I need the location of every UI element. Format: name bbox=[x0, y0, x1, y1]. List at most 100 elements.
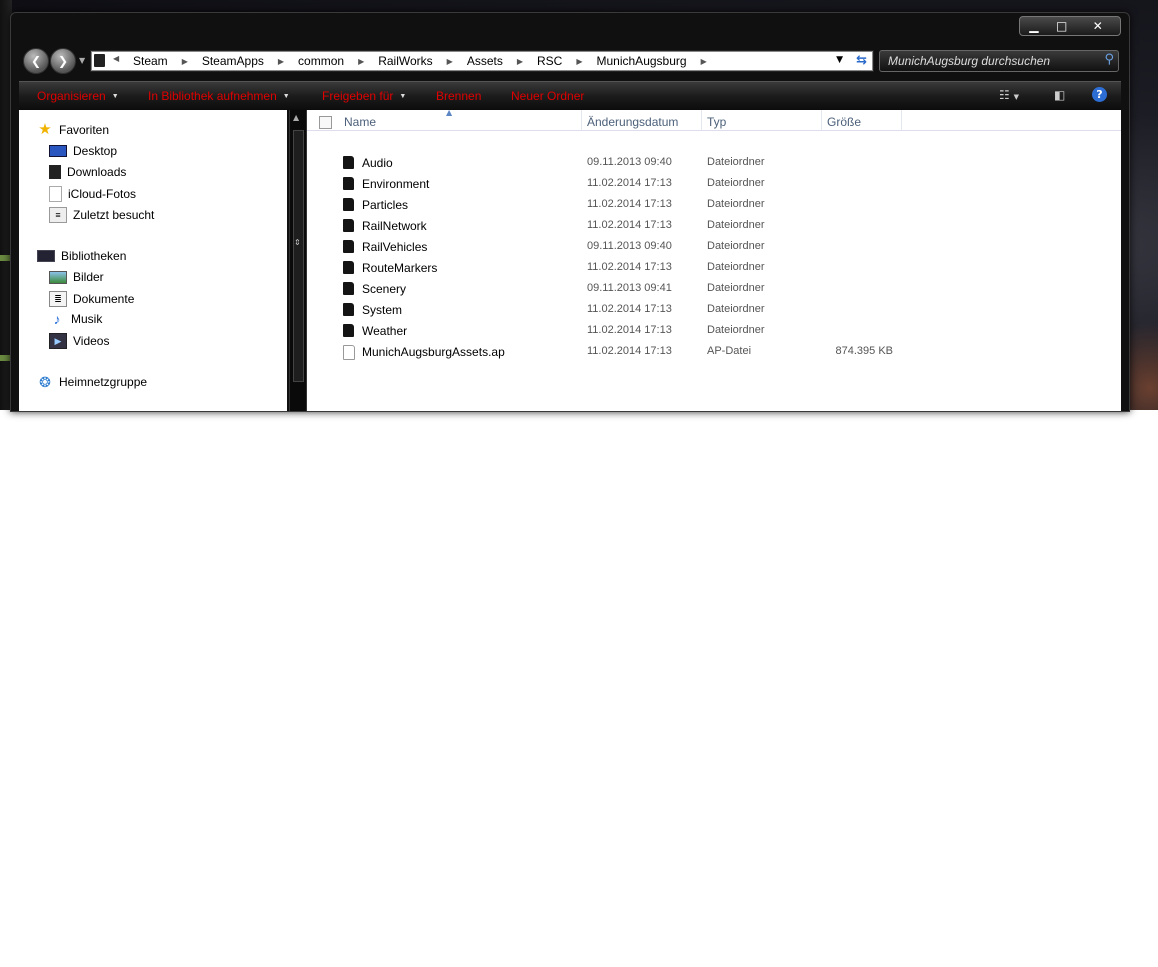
new-folder-button[interactable]: Neuer Ordner bbox=[511, 89, 584, 103]
sidebar-item-icloud-fotos[interactable]: iCloud-Fotos bbox=[49, 186, 136, 202]
scroll-up-icon[interactable]: ▲ bbox=[293, 113, 299, 122]
music-icon: ♪ bbox=[53, 311, 61, 327]
sidebar-item-pictures[interactable]: Bilder bbox=[49, 270, 104, 284]
navigation-row: ❮ ❯ ▼ ◀ Steam ▶ SteamApps ▶ common ▶ Rai… bbox=[19, 48, 1121, 74]
search-icon[interactable]: ⚲ bbox=[1104, 52, 1114, 67]
organize-label: Organisieren bbox=[37, 89, 106, 103]
file-name: MunichAugsburgAssets.ap bbox=[362, 345, 505, 359]
file-row[interactable]: RailVehicles 09.11.2013 09:40 Dateiordne… bbox=[307, 237, 1121, 258]
folder-icon bbox=[343, 261, 354, 274]
file-name: RailNetwork bbox=[362, 219, 427, 233]
file-row[interactable]: Audio 09.11.2013 09:40 Dateiordner bbox=[307, 153, 1121, 174]
sidebar-item-downloads[interactable]: Downloads bbox=[49, 165, 126, 179]
view-options-icon[interactable]: ☷ ▼ bbox=[999, 88, 1019, 102]
minimize-button[interactable]: ▁ bbox=[1020, 17, 1048, 35]
folder-icon bbox=[343, 303, 354, 316]
scroll-grip-icon[interactable]: ⇕ bbox=[294, 238, 301, 247]
file-date: 11.02.2014 17:13 bbox=[587, 324, 672, 336]
column-header-date[interactable]: Änderungsdatum bbox=[582, 110, 702, 130]
sidebar-item-homegroup[interactable]: ❂ Heimnetzgruppe bbox=[37, 375, 147, 389]
breadcrumb-item-assets[interactable]: Assets bbox=[459, 54, 511, 68]
column-header-type[interactable]: Typ bbox=[702, 110, 822, 130]
breadcrumb-separator-icon[interactable]: ▶ bbox=[511, 57, 529, 66]
help-icon[interactable]: ? bbox=[1092, 87, 1107, 102]
recent-pages-dropdown[interactable]: ▼ bbox=[79, 56, 85, 65]
file-date: 09.11.2013 09:41 bbox=[587, 282, 672, 294]
window-controls: ▁ □ ✕ bbox=[1019, 16, 1121, 36]
file-type: Dateiordner bbox=[707, 240, 765, 252]
star-icon: ★ bbox=[38, 121, 52, 138]
file-type: Dateiordner bbox=[707, 219, 765, 231]
file-name: Scenery bbox=[362, 282, 407, 296]
breadcrumb-item-rsc[interactable]: RSC bbox=[529, 54, 570, 68]
preview-pane-icon[interactable]: ◧ bbox=[1054, 88, 1065, 102]
breadcrumb-item-railworks[interactable]: RailWorks bbox=[370, 54, 440, 68]
scrollbar-thumb[interactable] bbox=[293, 130, 304, 382]
sidebar-item-videos[interactable]: ▶ Videos bbox=[49, 333, 109, 349]
title-bar[interactable]: ▁ □ ✕ bbox=[11, 13, 1129, 47]
breadcrumb-separator-icon[interactable]: ▶ bbox=[272, 57, 290, 66]
file-row[interactable]: Particles 11.02.2014 17:13 Dateiordner bbox=[307, 195, 1121, 216]
file-row[interactable]: Scenery 09.11.2013 09:41 Dateiordner bbox=[307, 279, 1121, 300]
breadcrumb-item-munichaugsburg[interactable]: MunichAugsburg bbox=[589, 54, 695, 68]
sidebar-item-desktop[interactable]: Desktop bbox=[49, 144, 117, 158]
documents-icon: ≣ bbox=[49, 291, 67, 307]
sidebar-item-label: Musik bbox=[71, 312, 103, 326]
address-bar[interactable]: ◀ Steam ▶ SteamApps ▶ common ▶ RailWorks… bbox=[90, 50, 874, 72]
file-row[interactable]: Environment 11.02.2014 17:13 Dateiordner bbox=[307, 174, 1121, 195]
chevron-down-icon: ▼ bbox=[282, 93, 290, 100]
breadcrumb-separator-icon[interactable]: ▶ bbox=[352, 57, 370, 66]
address-history-dropdown-icon[interactable]: ▼ bbox=[836, 55, 843, 65]
file-type: Dateiordner bbox=[707, 282, 765, 294]
burn-button[interactable]: Brennen bbox=[436, 89, 481, 103]
sidebar-item-label: iCloud-Fotos bbox=[68, 187, 137, 201]
sidebar-item-label: Bilder bbox=[73, 270, 104, 284]
file-type: Dateiordner bbox=[707, 177, 765, 189]
navigation-scrollbar[interactable]: ▲ ⇕ bbox=[289, 110, 307, 411]
breadcrumb-item-common[interactable]: common bbox=[290, 54, 352, 68]
select-all-checkbox[interactable] bbox=[319, 116, 332, 129]
sidebar-item-music[interactable]: ♪ Musik bbox=[49, 311, 103, 327]
search-box[interactable]: MunichAugsburg durchsuchen ⚲ bbox=[879, 50, 1119, 72]
file-name: Weather bbox=[362, 324, 408, 338]
file-row[interactable]: MunichAugsburgAssets.ap 11.02.2014 17:13… bbox=[307, 342, 1121, 363]
back-button[interactable]: ❮ bbox=[23, 48, 49, 74]
organize-button[interactable]: Organisieren ▼ bbox=[37, 89, 119, 103]
file-row[interactable]: RouteMarkers 11.02.2014 17:13 Dateiordne… bbox=[307, 258, 1121, 279]
file-row[interactable]: Weather 11.02.2014 17:13 Dateiordner bbox=[307, 321, 1121, 342]
close-button[interactable]: ✕ bbox=[1076, 17, 1120, 35]
sidebar-item-documents[interactable]: ≣ Dokumente bbox=[49, 291, 134, 307]
maximize-button[interactable]: □ bbox=[1048, 17, 1076, 35]
file-row[interactable]: RailNetwork 11.02.2014 17:13 Dateiordner bbox=[307, 216, 1121, 237]
refresh-icon[interactable]: ⇆ bbox=[856, 53, 867, 68]
add-to-library-button[interactable]: In Bibliothek aufnehmen ▼ bbox=[148, 89, 290, 103]
file-type: AP-Datei bbox=[707, 345, 752, 357]
breadcrumb-separator-icon[interactable]: ▶ bbox=[441, 57, 459, 66]
sidebar-item-label: Dokumente bbox=[73, 292, 135, 306]
breadcrumb-separator-icon[interactable]: ▶ bbox=[570, 57, 588, 66]
sidebar-item-libraries[interactable]: Bibliotheken bbox=[37, 249, 126, 263]
file-name: RouteMarkers bbox=[362, 261, 438, 275]
column-header-size[interactable]: Größe bbox=[822, 110, 902, 130]
file-name: Audio bbox=[362, 156, 393, 170]
file-date: 09.11.2013 09:40 bbox=[587, 156, 672, 168]
add-to-library-label: In Bibliothek aufnehmen bbox=[148, 89, 277, 103]
search-input[interactable]: MunichAugsburg durchsuchen bbox=[888, 54, 1050, 68]
breadcrumb-root-arrow[interactable]: ◀ bbox=[113, 54, 119, 63]
share-with-button[interactable]: Freigeben für ▼ bbox=[322, 89, 406, 103]
file-type: Dateiordner bbox=[707, 156, 765, 168]
file-list: ▲ Name Änderungsdatum Typ Größe Audio 09… bbox=[307, 108, 1121, 411]
file-name: Particles bbox=[362, 198, 409, 212]
sidebar-item-recent-places[interactable]: ≡ Zuletzt besucht bbox=[49, 207, 154, 223]
downloads-icon bbox=[49, 165, 61, 179]
desktop-icon-fragment bbox=[0, 255, 10, 261]
forward-button[interactable]: ❯ bbox=[50, 48, 76, 74]
desktop-icon bbox=[49, 145, 67, 157]
breadcrumb-item-steam[interactable]: Steam bbox=[125, 54, 176, 68]
sidebar-item-favorites[interactable]: ★ Favoriten bbox=[37, 121, 109, 138]
file-row[interactable]: System 11.02.2014 17:13 Dateiordner bbox=[307, 300, 1121, 321]
breadcrumb-separator-icon[interactable]: ▶ bbox=[176, 57, 194, 66]
column-header-name[interactable]: Name bbox=[339, 110, 582, 130]
breadcrumb-separator-icon[interactable]: ▶ bbox=[695, 57, 713, 66]
breadcrumb-item-steamapps[interactable]: SteamApps bbox=[194, 54, 272, 68]
